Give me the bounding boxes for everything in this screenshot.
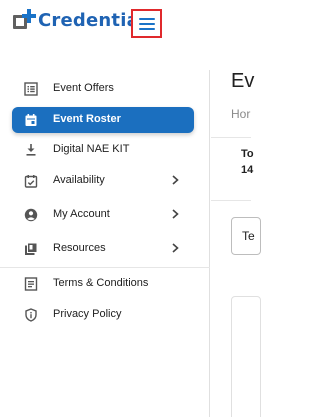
logo-mark-icon: [13, 9, 36, 31]
divider: [211, 137, 251, 138]
hamburger-menu-icon: [138, 17, 155, 30]
filter-input-text: Te: [242, 229, 255, 243]
sidebar-item-label: Privacy Policy: [53, 308, 122, 320]
library-icon: [25, 242, 38, 255]
sidebar-nav: Event Offers Event Roster Digital NAE KI…: [0, 70, 210, 417]
chevron-right-icon: [172, 209, 179, 219]
summary-value: 14: [241, 164, 254, 176]
breadcrumb[interactable]: Hor: [231, 107, 250, 121]
top-bar: Credentia: [0, 0, 251, 48]
divider: [211, 200, 251, 201]
sidebar-item-label: Availability: [53, 174, 105, 186]
sidebar-divider: [0, 267, 210, 268]
sidebar-item-event-offers[interactable]: Event Offers: [12, 76, 194, 102]
credentia-logo[interactable]: Credentia: [13, 9, 139, 31]
filter-input[interactable]: Te: [231, 217, 261, 255]
document-icon: [24, 277, 38, 291]
account-circle-icon: [24, 208, 38, 222]
calendar-icon: [25, 114, 37, 126]
download-icon: [26, 144, 36, 156]
sidebar-item-my-account[interactable]: My Account: [12, 202, 194, 228]
sidebar-item-label: Digital NAE KIT: [53, 143, 130, 155]
page-title: Ev: [231, 70, 255, 92]
list-icon: [24, 82, 38, 96]
menu-toggle-button[interactable]: [131, 9, 162, 38]
sidebar-item-digital-nae-kit[interactable]: Digital NAE KIT: [12, 137, 194, 163]
sidebar-item-label: My Account: [53, 208, 110, 220]
sidebar-item-resources[interactable]: Resources: [12, 236, 194, 262]
sidebar-item-availability[interactable]: Availability: [12, 168, 194, 194]
calendar-check-icon: [24, 175, 38, 188]
sidebar-item-label: Event Roster: [53, 113, 121, 125]
sidebar-item-label: Terms & Conditions: [53, 277, 149, 289]
sidebar-item-terms-conditions[interactable]: Terms & Conditions: [12, 271, 194, 297]
sidebar-item-label: Event Offers: [53, 82, 114, 94]
logo-text: Credentia: [38, 9, 139, 31]
sidebar-item-privacy-policy[interactable]: Privacy Policy: [12, 302, 194, 328]
shield-icon: [25, 308, 37, 322]
chevron-right-icon: [172, 175, 179, 185]
chevron-right-icon: [172, 243, 179, 253]
sidebar-item-event-roster[interactable]: Event Roster: [12, 107, 194, 133]
sidebar-item-label: Resources: [53, 242, 106, 254]
content-card: [231, 296, 261, 417]
summary-label: To: [241, 148, 254, 160]
